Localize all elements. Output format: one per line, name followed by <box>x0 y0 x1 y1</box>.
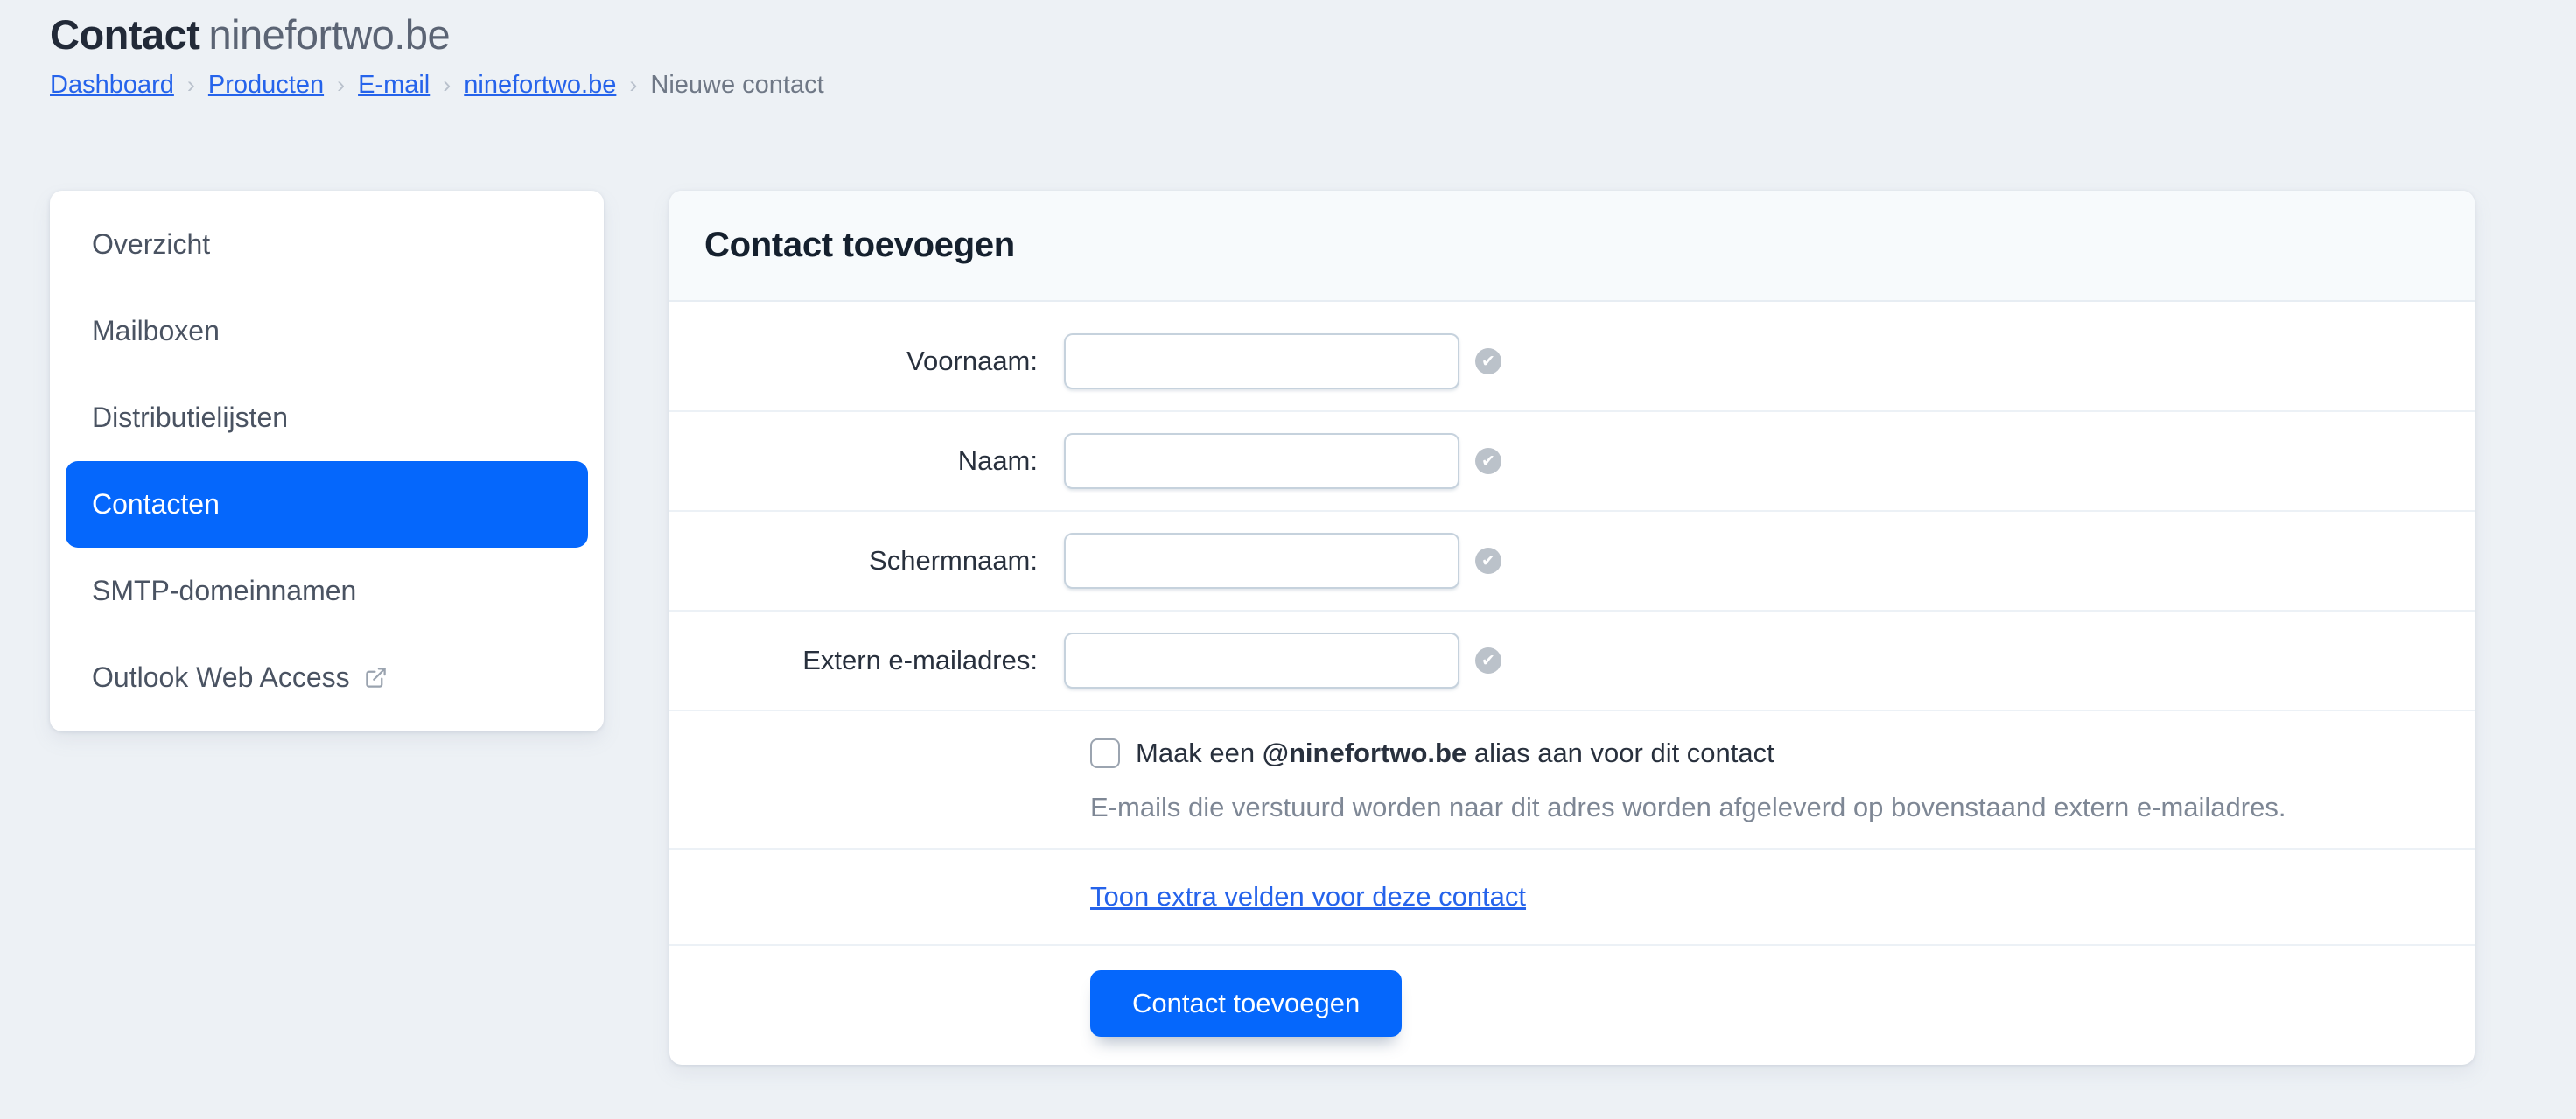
breadcrumb-link-dashboard[interactable]: Dashboard <box>50 70 174 100</box>
alias-label-domain: @ninefortwo.be <box>1262 738 1467 768</box>
form-row-extern-emailadres: Extern e-mailadres: ✔ <box>669 612 2474 711</box>
page-title-domain: ninefortwo.be <box>208 11 451 58</box>
panel-title: Contact toevoegen <box>704 226 1015 264</box>
alias-label-prefix: Maak een <box>1136 738 1263 768</box>
breadcrumb-current: Nieuwe contact <box>650 71 824 99</box>
sidebar-item-smtp-domeinnamen[interactable]: SMTP-domeinnamen <box>66 548 588 634</box>
check-circle-icon: ✔ <box>1475 647 1502 674</box>
check-circle-icon: ✔ <box>1475 448 1502 474</box>
breadcrumb-separator-icon: › <box>337 72 346 98</box>
form-row-extra-fields: Toon extra velden voor deze contact <box>669 850 2474 946</box>
sidebar-item-overzicht[interactable]: Overzicht <box>66 201 588 288</box>
form-row-alias: Maak een @ninefortwo.be alias aan voor d… <box>669 711 2474 850</box>
schermnaam-label: Schermnaam: <box>869 545 1038 576</box>
page-title-primary: Contact <box>50 11 200 58</box>
page-title: Contact ninefortwo.be <box>50 10 2474 59</box>
breadcrumb-link-producten[interactable]: Producten <box>208 70 324 100</box>
check-circle-icon: ✔ <box>1475 548 1502 574</box>
form-row-naam: Naam: ✔ <box>669 412 2474 512</box>
extra-fields-link[interactable]: Toon extra velden voor deze contact <box>1090 881 1526 912</box>
page-header: Contact ninefortwo.be Dashboard › Product… <box>50 10 2474 100</box>
sidebar-item-label: Contacten <box>92 488 220 520</box>
page: Contact ninefortwo.be Dashboard › Product… <box>0 0 2576 1065</box>
contact-toevoegen-button[interactable]: Contact toevoegen <box>1090 970 1403 1037</box>
form-row-schermnaam: Schermnaam: ✔ <box>669 512 2474 612</box>
alias-label-suffix: alias aan voor dit contact <box>1466 738 1774 768</box>
sidebar-item-outlook-web-access[interactable]: Outlook Web Access <box>66 634 588 721</box>
check-circle-icon: ✔ <box>1475 348 1502 374</box>
panel-header: Contact toevoegen <box>669 191 2474 302</box>
breadcrumb-separator-icon: › <box>443 72 452 98</box>
sidebar-item-label: Outlook Web Access <box>92 661 350 693</box>
breadcrumb: Dashboard › Producten › E-mail › ninefor… <box>50 70 2474 100</box>
breadcrumb-separator-icon: › <box>629 72 638 98</box>
alias-help-text: E-mails die verstuurd worden naar dit ad… <box>1090 792 2286 822</box>
sidebar-item-label: Overzicht <box>92 228 211 260</box>
sidebar-item-distributielijsten[interactable]: Distributielijsten <box>66 374 588 461</box>
sidebar-item-contacten[interactable]: Contacten <box>66 461 588 548</box>
schermnaam-input[interactable] <box>1064 533 1460 589</box>
breadcrumb-link-domain[interactable]: ninefortwo.be <box>464 70 616 100</box>
alias-checkbox-label: Maak een @ninefortwo.be alias aan voor d… <box>1136 738 1774 769</box>
naam-label: Naam: <box>957 445 1038 476</box>
form-row-voornaam: Voornaam: ✔ <box>669 302 2474 412</box>
breadcrumb-link-email[interactable]: E-mail <box>358 70 430 100</box>
contact-form-panel: Contact toevoegen Voornaam: ✔ Naam: ✔ Sc… <box>669 191 2474 1065</box>
external-link-icon <box>364 666 388 689</box>
voornaam-label: Voornaam: <box>906 346 1038 376</box>
contact-form: Voornaam: ✔ Naam: ✔ Schermnaam: ✔ Extern… <box>669 302 2474 1065</box>
extern-emailadres-label: Extern e-mailadres: <box>802 645 1038 675</box>
alias-checkbox[interactable] <box>1090 738 1120 768</box>
sidebar-item-label: Distributielijsten <box>92 402 289 433</box>
breadcrumb-separator-icon: › <box>186 72 195 98</box>
voornaam-input[interactable] <box>1064 333 1460 389</box>
sidebar-item-label: SMTP-domeinnamen <box>92 575 357 606</box>
sidebar: Overzicht Mailboxen Distributielijsten C… <box>50 191 604 731</box>
sidebar-item-mailboxen[interactable]: Mailboxen <box>66 288 588 374</box>
form-row-submit: Contact toevoegen <box>669 946 2474 1065</box>
sidebar-item-label: Mailboxen <box>92 315 220 346</box>
extern-emailadres-input[interactable] <box>1064 633 1460 689</box>
content: Overzicht Mailboxen Distributielijsten C… <box>50 191 2474 1065</box>
naam-input[interactable] <box>1064 433 1460 489</box>
